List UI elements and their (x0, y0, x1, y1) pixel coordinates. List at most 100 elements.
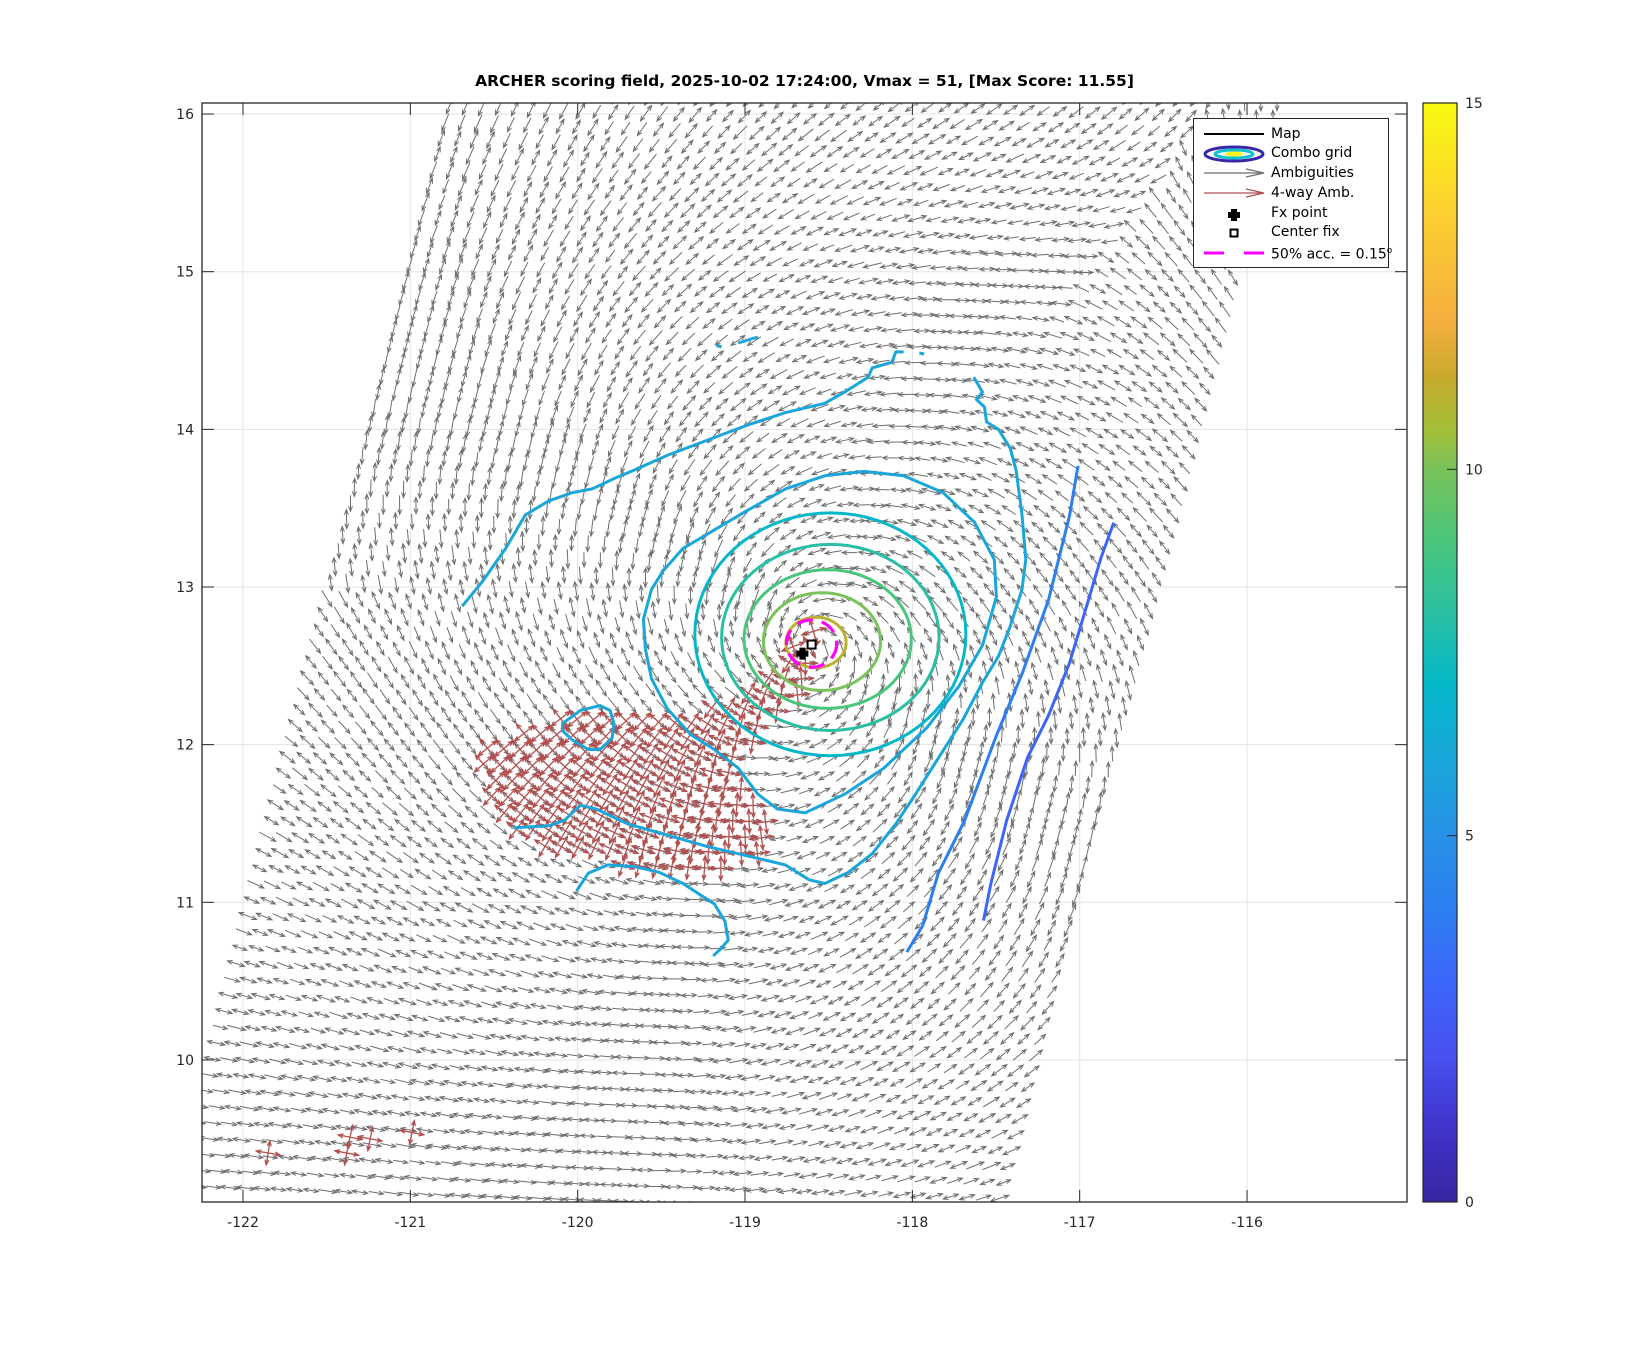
ambiguity-arrow (926, 86, 939, 97)
ambiguity-arrow (746, 78, 759, 92)
ambiguity-arrow (1106, 103, 1108, 104)
ambiguity-arrow (299, 1204, 315, 1209)
legend-entry-4-way: 4-way Amb. (1194, 184, 1388, 203)
ambiguity-arrow (625, 1216, 641, 1220)
ambiguity-arrow (543, 1213, 561, 1217)
colorbar-scale (1422, 102, 1458, 1203)
ambiguity-arrow (714, 77, 725, 91)
y-tick-label: 14 (176, 422, 194, 438)
ambiguity-arrow (858, 1207, 874, 1212)
ambiguity-arrow (641, 1216, 657, 1220)
gray-arrow-icon (1204, 168, 1265, 178)
colorbar-tick-label: 15 (1465, 96, 1483, 112)
ambiguity-arrow (791, 1205, 809, 1210)
ambiguity-arrow (364, 1206, 380, 1211)
legend-label-text: 50% acc. = 0.15 (1271, 246, 1387, 263)
center-fix-marker (806, 639, 817, 650)
ambiguity-arrow (862, 84, 873, 94)
ambiguity-arrow (196, 1216, 214, 1221)
ambiguity-arrow (412, 1208, 430, 1213)
ambiguity-arrow (780, 81, 790, 92)
x-tick-label: -122 (227, 1215, 259, 1231)
ambiguity-arrow (202, 1168, 212, 1174)
ambiguity-arrow (731, 78, 741, 90)
ambiguity-arrow (760, 1204, 775, 1209)
legend-label: 4-way Amb. (1271, 185, 1355, 201)
ambiguity-arrow (184, 1201, 203, 1205)
ambiguity-arrow (827, 81, 841, 94)
legend-entry-ambiguities: Ambiguities (1194, 164, 1388, 183)
ambiguity-arrow (332, 1205, 348, 1210)
degree-superscript: o (1386, 246, 1393, 256)
ambiguity-arrow (1072, 103, 1074, 104)
ambiguity-arrow (1089, 103, 1091, 104)
ambiguity-arrow (380, 1208, 397, 1212)
ambiguity-arrow (564, 87, 572, 101)
legend: Map Combo grid Ambiguities 4-way Amb. Fx… (1193, 118, 1392, 268)
ambiguity-arrow (699, 77, 708, 89)
ambiguity-arrow (611, 103, 615, 105)
ambiguity-arrow (627, 103, 632, 106)
legend-label: Map (1271, 126, 1301, 142)
ambiguity-arrow (943, 87, 955, 96)
magenta-dash-icon (1204, 251, 1264, 255)
legend-entry-accuracy: 50% acc. = 0.15o (1194, 245, 1392, 264)
legend-entry-fx-point: Fx point (1194, 204, 1388, 223)
ambiguity-arrow (581, 89, 588, 102)
ambiguity-arrow (991, 88, 1006, 100)
ambiguity-arrow (938, 1209, 956, 1215)
ambiguity-arrow (499, 84, 507, 101)
legend-label: Combo grid (1271, 145, 1353, 161)
legend-label: Fx point (1271, 205, 1328, 221)
contour-level-6 (919, 351, 925, 356)
colorbar-tick-label: 10 (1465, 462, 1483, 478)
combo-grid-ellipses-icon (1203, 145, 1265, 163)
plot-area: -122 -121 -120 -119 -118 -117 -116 10 11 12 13 14 15… (176, 77, 1483, 1231)
ambiguity-arrow (348, 1206, 364, 1211)
ambiguity-arrow (515, 84, 523, 101)
ambiguity-arrow (763, 79, 775, 92)
ambiguity-arrow (808, 1205, 825, 1210)
ambiguity-arrow (532, 86, 539, 100)
ambiguity-arrow (1122, 103, 1128, 106)
ambiguity-arrow (466, 82, 473, 100)
ambiguity-arrow (478, 1210, 495, 1215)
ambiguity-arrow (976, 88, 989, 98)
ambiguity-arrow (689, 1218, 708, 1222)
ambiguity-arrow (527, 1213, 544, 1217)
x-tick-label: -119 (729, 1215, 761, 1231)
legend-label: 50% acc. = 0.15o (1271, 246, 1392, 263)
ambiguity-arrow (959, 87, 973, 98)
y-tick-label: 10 (176, 1053, 194, 1069)
ambiguity-arrow (673, 1217, 692, 1221)
ambiguity-arrow (812, 82, 824, 93)
y-tick-label: 15 (176, 265, 194, 281)
x-tick-label: -116 (1231, 1215, 1263, 1231)
x-tick-label: -118 (896, 1215, 928, 1231)
ambiguity-arrow (450, 82, 457, 99)
x-tick-label: -121 (394, 1215, 426, 1231)
x-tick-label: -120 (562, 1215, 594, 1231)
ambiguity-arrow (775, 1204, 793, 1209)
ambiguity-arrow (824, 1206, 841, 1211)
red-arrow-icon (1204, 188, 1265, 198)
ambiguity-arrow (1008, 89, 1021, 100)
ambiguity-arrow (262, 1219, 279, 1224)
center-fix-square-icon (1229, 228, 1239, 238)
legend-entry-combo-grid: Combo grid (1194, 144, 1388, 163)
ambiguity-arrow (988, 1211, 1004, 1217)
ambiguity-arrow (446, 1210, 461, 1214)
ambiguity-arrow (1058, 91, 1070, 101)
ambiguity-arrow (657, 1217, 675, 1221)
ambiguity-arrow (461, 1211, 480, 1215)
ambiguity-arrow (894, 85, 906, 95)
ambiguity-arrow (315, 1204, 332, 1209)
y-tick-label: 11 (176, 895, 194, 911)
y-tick-label: 16 (176, 107, 194, 123)
legend-label: Ambiguities (1271, 165, 1354, 181)
legend-entry-map: Map (1194, 125, 1388, 144)
ambiguity-arrow (845, 83, 858, 95)
ambiguity-arrow (722, 1201, 724, 1202)
x-tick-label: -117 (1064, 1215, 1096, 1231)
ambiguity-arrow (592, 1214, 610, 1218)
